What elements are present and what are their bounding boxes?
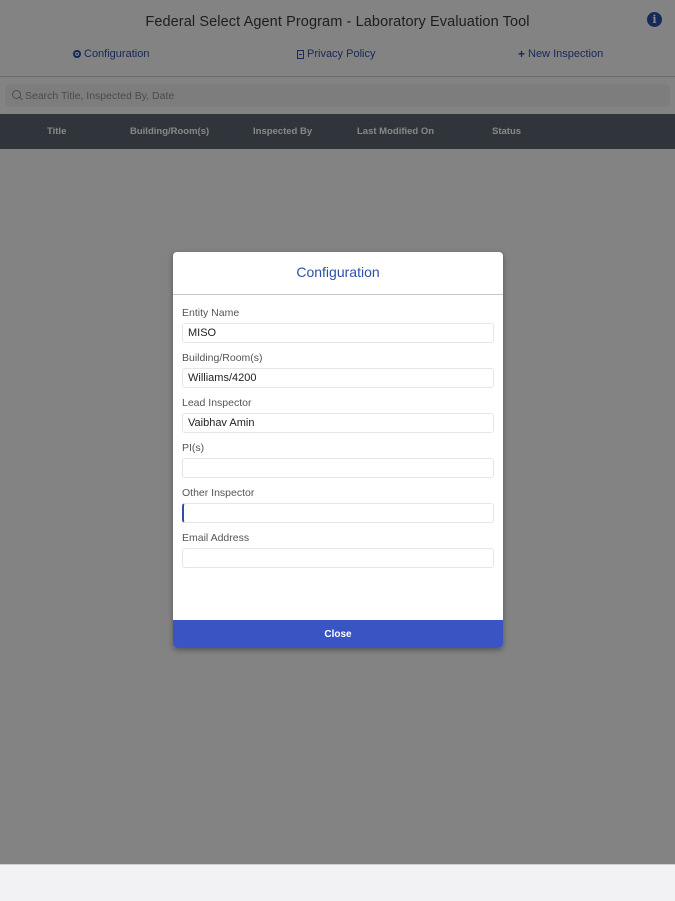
configuration-modal: Configuration Entity Name Building/Room(… [173,252,503,648]
pi-label: PI(s) [182,442,205,454]
other-inspector-label: Other Inspector [182,487,255,499]
lead-inspector-field-group: Lead Inspector [182,397,494,433]
lead-inspector-input[interactable] [182,413,494,433]
email-address-label: Email Address [182,532,250,544]
pi-field-group: PI(s) [182,442,494,478]
close-button[interactable]: Close [173,620,503,648]
modal-body: Entity Name Building/Room(s) Lead Inspec… [173,295,503,568]
other-inspector-input[interactable] [182,503,494,523]
email-address-field-group: Email Address [182,532,494,568]
pi-input[interactable] [182,458,494,478]
building-rooms-field-group: Building/Room(s) [182,352,494,388]
entity-name-input[interactable] [182,323,494,343]
building-rooms-label: Building/Room(s) [182,352,263,364]
modal-header: Configuration [173,252,503,295]
other-inspector-field-group: Other Inspector [182,487,494,523]
modal-title: Configuration [296,264,380,280]
lead-inspector-label: Lead Inspector [182,397,252,409]
bottom-bar [0,864,675,901]
email-address-input[interactable] [182,548,494,568]
entity-name-label: Entity Name [182,307,240,319]
entity-name-field-group: Entity Name [182,307,494,343]
building-rooms-input[interactable] [182,368,494,388]
